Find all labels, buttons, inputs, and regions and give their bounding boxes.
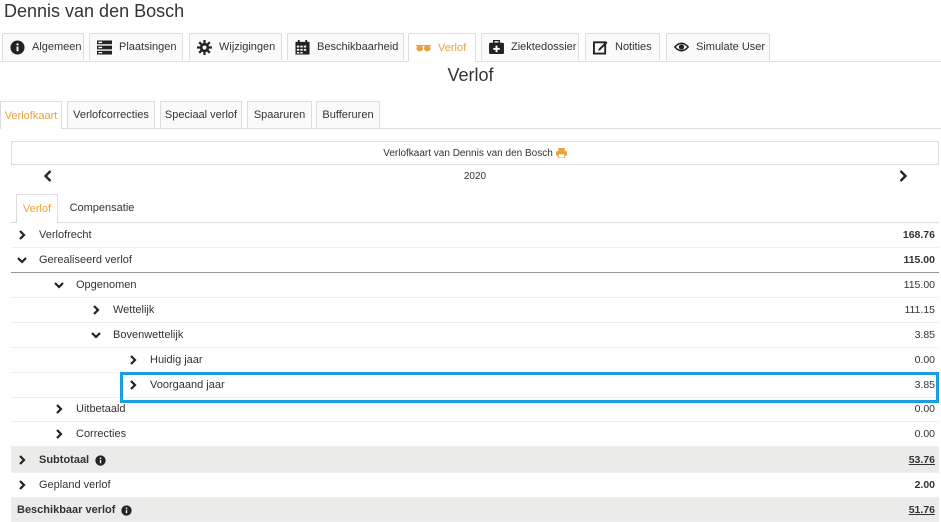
row-bovenwettelijk[interactable]: Bovenwettelijk 3.85 — [11, 323, 939, 348]
tab-label: Beschikbaarheid — [317, 41, 399, 53]
gear-icon — [197, 39, 212, 55]
row-subtotaal[interactable]: Subtotaal 53.76 — [11, 447, 939, 473]
row-value: 0.00 — [914, 354, 935, 366]
chevron-right-icon — [54, 404, 64, 414]
card-header-title: Verlofkaart van Dennis van den Bosch — [383, 147, 553, 159]
card-header: Verlofkaart van Dennis van den Bosch — [11, 141, 939, 165]
tab-label: Verlof — [438, 42, 467, 54]
row-value: 115.00 — [903, 279, 935, 291]
tab-label: Wijzigingen — [219, 41, 276, 53]
chevron-down-icon — [17, 255, 27, 265]
row-label: Bovenwettelijk — [113, 329, 184, 341]
subtab-spaaruren[interactable]: Spaaruren — [247, 101, 312, 128]
chevron-right-icon — [54, 429, 64, 439]
row-wettelijk[interactable]: Wettelijk 111.15 — [11, 298, 939, 323]
tab-verlof[interactable]: Verlof — [408, 33, 476, 62]
chevron-right-icon — [91, 305, 101, 315]
row-label: Uitbetaald — [76, 403, 126, 415]
info-circle-icon — [10, 39, 25, 55]
subtab-speciaal-verlof[interactable]: Speciaal verlof — [160, 101, 242, 128]
print-icon[interactable] — [555, 148, 567, 158]
row-value: 168.76 — [902, 229, 935, 241]
row-label: Huidig jaar — [150, 354, 203, 366]
tab-label: Notities — [615, 41, 652, 53]
row-label: Beschikbaar verlof — [17, 504, 116, 516]
row-label: Subtotaal — [39, 454, 90, 466]
chevron-right-icon — [128, 355, 138, 365]
highlight-box — [120, 372, 939, 403]
tab-label: Simulate User — [696, 41, 766, 53]
chevron-right-icon — [17, 230, 27, 240]
server-icon — [97, 39, 112, 55]
row-verlofrecht[interactable]: Verlofrecht 168.76 — [11, 223, 939, 248]
tab-algemeen[interactable]: Algemeen — [2, 33, 84, 60]
subtab-verlofkaart[interactable]: Verlofkaart — [0, 101, 62, 129]
chevron-down-icon — [54, 280, 64, 290]
innertab-compensatie[interactable]: Compensatie — [63, 194, 141, 222]
next-year-chevron-icon[interactable] — [899, 170, 908, 185]
innertab-verlof[interactable]: Verlof — [16, 194, 58, 223]
tab-label: Ziektedossier — [511, 41, 577, 53]
tab-ziektedossier[interactable]: Ziektedossier — [481, 33, 579, 60]
row-beschikbaar-verlof: Beschikbaar verlof 51.76 — [11, 498, 939, 522]
tab-beschikbaarheid[interactable]: Beschikbaarheid — [287, 33, 404, 60]
year-navigation: 2020 — [11, 167, 939, 187]
tab-notities[interactable]: Notities — [585, 33, 660, 60]
row-label: Verlofrecht — [39, 229, 92, 241]
tab-wijzigingen[interactable]: Wijzigingen — [189, 33, 282, 60]
row-gepland-verlof[interactable]: Gepland verlof 2.00 — [11, 473, 939, 498]
page-title: Dennis van den Bosch — [4, 1, 185, 21]
chevron-right-icon — [17, 455, 27, 465]
tab-label: Algemeen — [32, 41, 82, 53]
row-label: Gepland verlof — [39, 479, 111, 491]
main-tabs: Algemeen Plaatsingen Wijzigingen Beschik… — [0, 33, 941, 62]
row-correcties[interactable]: Correcties 0.00 — [11, 422, 939, 447]
row-value: 51.76 — [908, 504, 935, 516]
tab-label: Plaatsingen — [119, 41, 177, 53]
row-value: 0.00 — [914, 428, 935, 440]
info-circle-icon[interactable] — [121, 504, 133, 516]
medkit-icon — [489, 40, 504, 55]
tab-plaatsingen[interactable]: Plaatsingen — [89, 33, 183, 60]
row-huidig-jaar[interactable]: Huidig jaar 0.00 — [11, 348, 939, 373]
row-value: 115.00 — [903, 254, 935, 266]
year-label: 2020 — [463, 171, 487, 182]
row-label: Opgenomen — [76, 279, 137, 291]
row-label: Gerealiseerd verlof — [39, 254, 132, 266]
row-label: Correcties — [76, 428, 127, 440]
subtab-bufferuren[interactable]: Bufferuren — [316, 101, 380, 128]
calendar-icon — [295, 39, 310, 55]
info-circle-icon[interactable] — [95, 454, 106, 466]
subtab-verlofcorrecties[interactable]: Verlofcorrecties — [67, 101, 155, 128]
row-label: Wettelijk — [113, 304, 155, 316]
sub-tabs: Verlofkaart Verlofcorrecties Speciaal ve… — [0, 101, 941, 129]
row-value: 53.76 — [908, 454, 935, 466]
sunglasses-icon — [416, 41, 431, 56]
row-gerealiseerd-verlof[interactable]: Gerealiseerd verlof 115.00 — [11, 248, 939, 273]
chevron-down-icon — [91, 330, 101, 340]
chevron-right-icon — [17, 480, 27, 490]
tab-simulate-user[interactable]: Simulate User — [666, 33, 770, 60]
row-value: 111.15 — [904, 304, 935, 316]
row-value: 2.00 — [914, 479, 935, 491]
row-opgenomen[interactable]: Opgenomen 115.00 — [11, 273, 939, 298]
inner-tabs: Verlof Compensatie — [11, 194, 939, 223]
eye-icon — [674, 40, 689, 55]
edit-note-icon — [593, 40, 608, 55]
row-value: 3.85 — [914, 329, 935, 341]
section-title: Verlof — [447, 65, 494, 85]
